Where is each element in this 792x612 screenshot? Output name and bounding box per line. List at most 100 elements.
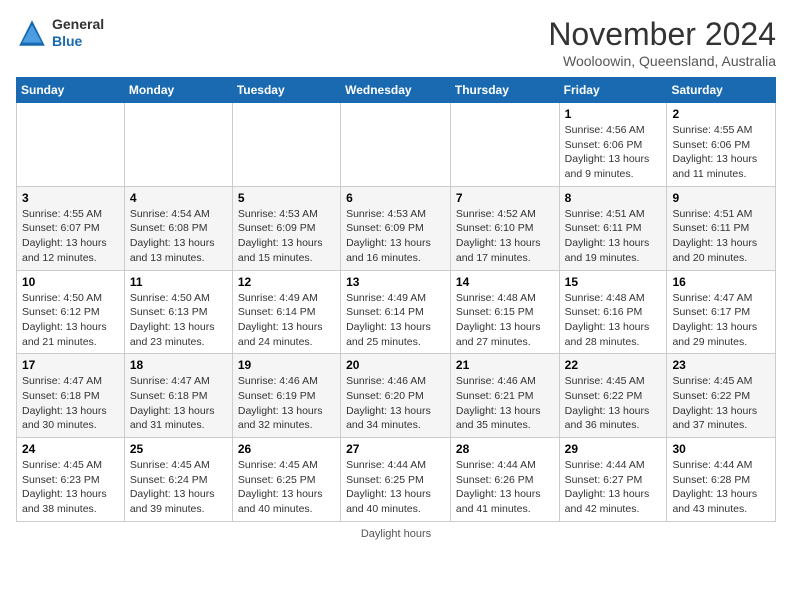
day-number: 24 <box>22 442 119 456</box>
day-number: 29 <box>565 442 662 456</box>
day-number: 19 <box>238 358 335 372</box>
calendar-header-row: SundayMondayTuesdayWednesdayThursdayFrid… <box>17 78 776 103</box>
day-info: Sunrise: 4:44 AM Sunset: 6:25 PM Dayligh… <box>346 458 445 517</box>
day-number: 14 <box>456 275 554 289</box>
calendar-cell: 17Sunrise: 4:47 AM Sunset: 6:18 PM Dayli… <box>17 354 125 438</box>
day-info: Sunrise: 4:47 AM Sunset: 6:18 PM Dayligh… <box>22 374 119 433</box>
calendar-cell: 16 Sunrise: 4:47 AM Sunset: 6:17 PM Dayli… <box>667 270 776 354</box>
location: Wooloowin, Queensland, Australia <box>548 53 776 69</box>
calendar-day-header: Sunday <box>17 78 125 103</box>
calendar-cell: 28 Sunrise: 4:44 AM Sunset: 6:26 PM Dayli… <box>450 438 559 522</box>
calendar-cell: 10 Sunrise: 4:50 AM Sunset: 6:12 PM Dayli… <box>17 270 125 354</box>
calendar-day-header: Friday <box>559 78 667 103</box>
calendar-cell: 22 Sunrise: 4:45 AM Sunset: 6:22 PM Dayli… <box>559 354 667 438</box>
day-info: Sunrise: 4:45 AM Sunset: 6:22 PM Dayligh… <box>565 374 662 433</box>
day-number: 27 <box>346 442 445 456</box>
calendar-cell: 14Sunrise: 4:48 AM Sunset: 6:15 PM Dayli… <box>450 270 559 354</box>
day-number: 10 <box>22 275 119 289</box>
month-title: November 2024 <box>548 16 776 53</box>
day-info: Sunrise: 4:55 AM Sunset: 6:06 PM Dayligh… <box>672 123 770 182</box>
calendar-cell: 9Sunrise: 4:51 AM Sunset: 6:11 PM Daylig… <box>667 186 776 270</box>
logo-icon <box>16 17 48 49</box>
calendar-week-row: 17Sunrise: 4:47 AM Sunset: 6:18 PM Dayli… <box>17 354 776 438</box>
day-info: Sunrise: 4:50 AM Sunset: 6:13 PM Dayligh… <box>130 291 227 350</box>
day-number: 22 <box>565 358 662 372</box>
day-info: Sunrise: 4:47 AM Sunset: 6:18 PM Dayligh… <box>130 374 227 433</box>
calendar-cell: 3Sunrise: 4:55 AM Sunset: 6:07 PM Daylig… <box>17 186 125 270</box>
day-number: 2 <box>672 107 770 121</box>
calendar-footer: Daylight hours <box>16 528 776 540</box>
day-number: 26 <box>238 442 335 456</box>
day-info: Sunrise: 4:51 AM Sunset: 6:11 PM Dayligh… <box>565 207 662 266</box>
calendar-cell: 18 Sunrise: 4:47 AM Sunset: 6:18 PM Dayli… <box>124 354 232 438</box>
calendar-week-row: 1Sunrise: 4:56 AM Sunset: 6:06 PM Daylig… <box>17 103 776 187</box>
day-info: Sunrise: 4:54 AM Sunset: 6:08 PM Dayligh… <box>130 207 227 266</box>
day-info: Sunrise: 4:48 AM Sunset: 6:16 PM Dayligh… <box>565 291 662 350</box>
day-number: 4 <box>130 191 227 205</box>
day-number: 25 <box>130 442 227 456</box>
calendar-cell: 30Sunrise: 4:44 AM Sunset: 6:28 PM Dayli… <box>667 438 776 522</box>
calendar-week-row: 3Sunrise: 4:55 AM Sunset: 6:07 PM Daylig… <box>17 186 776 270</box>
day-number: 21 <box>456 358 554 372</box>
title-block: November 2024 Wooloowin, Queensland, Aus… <box>548 16 776 69</box>
day-number: 8 <box>565 191 662 205</box>
logo-text: General Blue <box>52 16 104 50</box>
calendar-cell: 8 Sunrise: 4:51 AM Sunset: 6:11 PM Daylig… <box>559 186 667 270</box>
day-info: Sunrise: 4:44 AM Sunset: 6:26 PM Dayligh… <box>456 458 554 517</box>
day-number: 12 <box>238 275 335 289</box>
calendar-cell: 23Sunrise: 4:45 AM Sunset: 6:22 PM Dayli… <box>667 354 776 438</box>
calendar-day-header: Saturday <box>667 78 776 103</box>
day-info: Sunrise: 4:45 AM Sunset: 6:24 PM Dayligh… <box>130 458 227 517</box>
day-info: Sunrise: 4:56 AM Sunset: 6:06 PM Dayligh… <box>565 123 662 182</box>
calendar-day-header: Wednesday <box>341 78 451 103</box>
day-info: Sunrise: 4:51 AM Sunset: 6:11 PM Dayligh… <box>672 207 770 266</box>
calendar-cell: 21Sunrise: 4:46 AM Sunset: 6:21 PM Dayli… <box>450 354 559 438</box>
day-number: 13 <box>346 275 445 289</box>
day-info: Sunrise: 4:50 AM Sunset: 6:12 PM Dayligh… <box>22 291 119 350</box>
day-info: Sunrise: 4:46 AM Sunset: 6:19 PM Dayligh… <box>238 374 335 433</box>
day-number: 23 <box>672 358 770 372</box>
calendar-cell: 1Sunrise: 4:56 AM Sunset: 6:06 PM Daylig… <box>559 103 667 187</box>
day-info: Sunrise: 4:49 AM Sunset: 6:14 PM Dayligh… <box>238 291 335 350</box>
calendar-cell: 7Sunrise: 4:52 AM Sunset: 6:10 PM Daylig… <box>450 186 559 270</box>
calendar-cell: 4 Sunrise: 4:54 AM Sunset: 6:08 PM Daylig… <box>124 186 232 270</box>
calendar-week-row: 24 Sunrise: 4:45 AM Sunset: 6:23 PM Dayli… <box>17 438 776 522</box>
calendar-cell: 11Sunrise: 4:50 AM Sunset: 6:13 PM Dayli… <box>124 270 232 354</box>
calendar-cell <box>232 103 340 187</box>
logo-general: General <box>52 16 104 33</box>
calendar-cell: 24 Sunrise: 4:45 AM Sunset: 6:23 PM Dayli… <box>17 438 125 522</box>
calendar-table: SundayMondayTuesdayWednesdayThursdayFrid… <box>16 77 776 522</box>
day-info: Sunrise: 4:44 AM Sunset: 6:27 PM Dayligh… <box>565 458 662 517</box>
calendar-cell: 29 Sunrise: 4:44 AM Sunset: 6:27 PM Dayli… <box>559 438 667 522</box>
day-info: Sunrise: 4:46 AM Sunset: 6:20 PM Dayligh… <box>346 374 445 433</box>
day-info: Sunrise: 4:45 AM Sunset: 6:25 PM Dayligh… <box>238 458 335 517</box>
calendar-day-header: Thursday <box>450 78 559 103</box>
page-header: General Blue November 2024 Wooloowin, Qu… <box>16 16 776 69</box>
calendar-cell: 15Sunrise: 4:48 AM Sunset: 6:16 PM Dayli… <box>559 270 667 354</box>
day-info: Sunrise: 4:47 AM Sunset: 6:17 PM Dayligh… <box>672 291 770 350</box>
day-number: 16 <box>672 275 770 289</box>
logo: General Blue <box>16 16 104 50</box>
calendar-cell: 27 Sunrise: 4:44 AM Sunset: 6:25 PM Dayli… <box>341 438 451 522</box>
calendar-cell: 6Sunrise: 4:53 AM Sunset: 6:09 PM Daylig… <box>341 186 451 270</box>
calendar-cell: 25 Sunrise: 4:45 AM Sunset: 6:24 PM Dayli… <box>124 438 232 522</box>
day-number: 30 <box>672 442 770 456</box>
calendar-cell: 19 Sunrise: 4:46 AM Sunset: 6:19 PM Dayli… <box>232 354 340 438</box>
calendar-day-header: Monday <box>124 78 232 103</box>
day-number: 18 <box>130 358 227 372</box>
calendar-cell: 12 Sunrise: 4:49 AM Sunset: 6:14 PM Dayli… <box>232 270 340 354</box>
logo-blue: Blue <box>52 33 104 50</box>
calendar-cell <box>450 103 559 187</box>
day-info: Sunrise: 4:49 AM Sunset: 6:14 PM Dayligh… <box>346 291 445 350</box>
calendar-cell: 2 Sunrise: 4:55 AM Sunset: 6:06 PM Daylig… <box>667 103 776 187</box>
calendar-day-header: Tuesday <box>232 78 340 103</box>
calendar-cell: 20Sunrise: 4:46 AM Sunset: 6:20 PM Dayli… <box>341 354 451 438</box>
day-info: Sunrise: 4:52 AM Sunset: 6:10 PM Dayligh… <box>456 207 554 266</box>
day-info: Sunrise: 4:45 AM Sunset: 6:23 PM Dayligh… <box>22 458 119 517</box>
calendar-week-row: 10 Sunrise: 4:50 AM Sunset: 6:12 PM Dayli… <box>17 270 776 354</box>
calendar-cell <box>341 103 451 187</box>
day-number: 3 <box>22 191 119 205</box>
calendar-cell <box>124 103 232 187</box>
day-number: 28 <box>456 442 554 456</box>
day-number: 5 <box>238 191 335 205</box>
